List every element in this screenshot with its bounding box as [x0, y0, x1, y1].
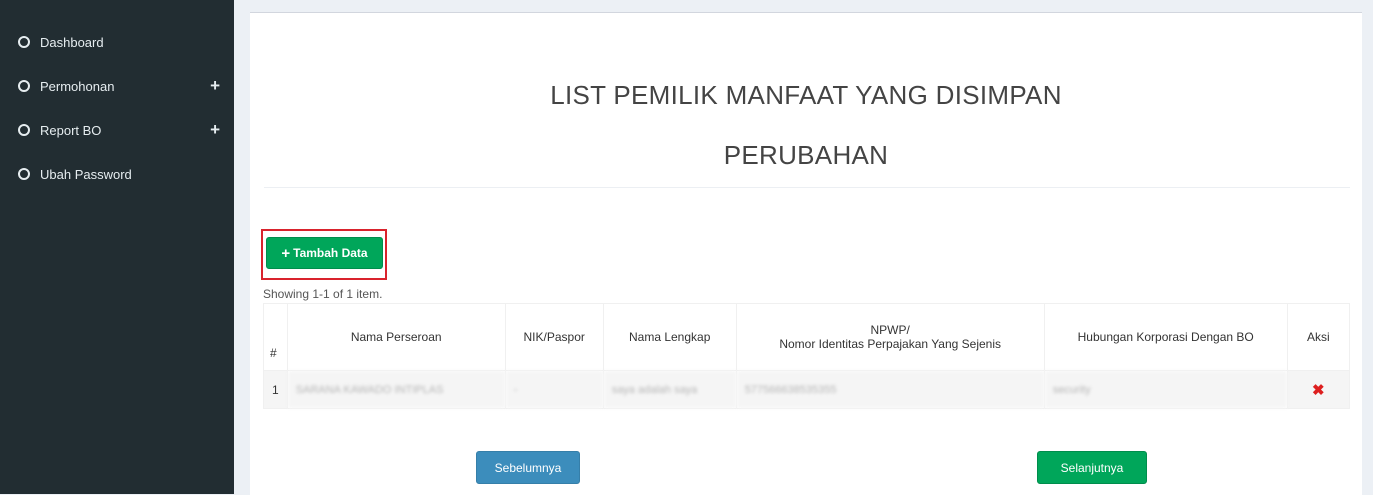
col-npwp-line2: Nomor Identitas Perpajakan Yang Sejenis: [779, 337, 1002, 351]
col-nik-paspor: NIK/Paspor: [504, 303, 604, 371]
circle-icon: [18, 124, 30, 136]
plus-icon: +: [281, 244, 291, 262]
sidebar-item-label: Report BO: [40, 122, 102, 138]
plus-icon[interactable]: +: [210, 121, 220, 138]
circle-icon: [18, 36, 30, 48]
sidebar-item-ubah-password[interactable]: Ubah Password: [0, 152, 234, 196]
sidebar-item-label: Dashboard: [40, 34, 104, 50]
sidebar-item-label: Permohonan: [40, 78, 115, 94]
circle-icon: [18, 168, 30, 180]
col-nama-perseroan: Nama Perseroan: [286, 303, 506, 371]
col-nama-lengkap: Nama Lengkap: [602, 303, 737, 371]
add-data-button[interactable]: + Tambah Data: [266, 237, 383, 269]
col-hubungan: Hubungan Korporasi Dengan BO: [1043, 303, 1288, 371]
cell-hubungan: security: [1043, 370, 1288, 409]
cell-nama-perseroan: SARANA KAWADO INTIPLAS: [286, 370, 506, 409]
table-header-row: # Nama Perseroan NIK/Paspor Nama Lengkap…: [263, 303, 1351, 371]
beneficial-owner-table: # Nama Perseroan NIK/Paspor Nama Lengkap…: [263, 303, 1351, 409]
plus-icon[interactable]: +: [210, 77, 220, 94]
previous-button[interactable]: Sebelumnya: [476, 451, 580, 484]
sidebar-item-dashboard[interactable]: Dashboard: [0, 20, 234, 64]
sidebar-item-label: Ubah Password: [40, 166, 132, 182]
divider: [264, 187, 1350, 188]
delete-icon[interactable]: ✖: [1286, 370, 1351, 409]
cell-number: 1: [263, 370, 288, 409]
main-content: LIST PEMILIK MANFAAT YANG DISIMPAN PERUB…: [250, 12, 1362, 495]
page-title: LIST PEMILIK MANFAAT YANG DISIMPAN: [550, 80, 1062, 110]
sidebar: Dashboard Permohonan + Report BO + Ubah …: [0, 0, 234, 494]
col-aksi: Aksi: [1286, 303, 1351, 371]
col-npwp-line1: NPWP/: [870, 323, 910, 337]
add-data-label: Tambah Data: [293, 246, 368, 260]
table-summary: Showing 1-1 of 1 item.: [263, 287, 383, 301]
cell-npwp: 577566638535355: [735, 370, 1045, 409]
col-npwp: NPWP/ Nomor Identitas Perpajakan Yang Se…: [735, 303, 1045, 371]
next-button[interactable]: Selanjutnya: [1037, 451, 1147, 484]
page-subtitle: PERUBAHAN: [723, 140, 889, 170]
sidebar-item-permohonan[interactable]: Permohonan +: [0, 64, 234, 108]
circle-icon: [18, 80, 30, 92]
col-number: #: [263, 303, 288, 371]
cell-nama-lengkap: saya adalah saya: [602, 370, 737, 409]
highlight-box: + Tambah Data: [261, 229, 387, 280]
sidebar-item-report-bo[interactable]: Report BO +: [0, 108, 234, 152]
cell-nik: -: [504, 370, 604, 409]
table-row: 1 SARANA KAWADO INTIPLAS - saya adalah s…: [263, 370, 1351, 409]
